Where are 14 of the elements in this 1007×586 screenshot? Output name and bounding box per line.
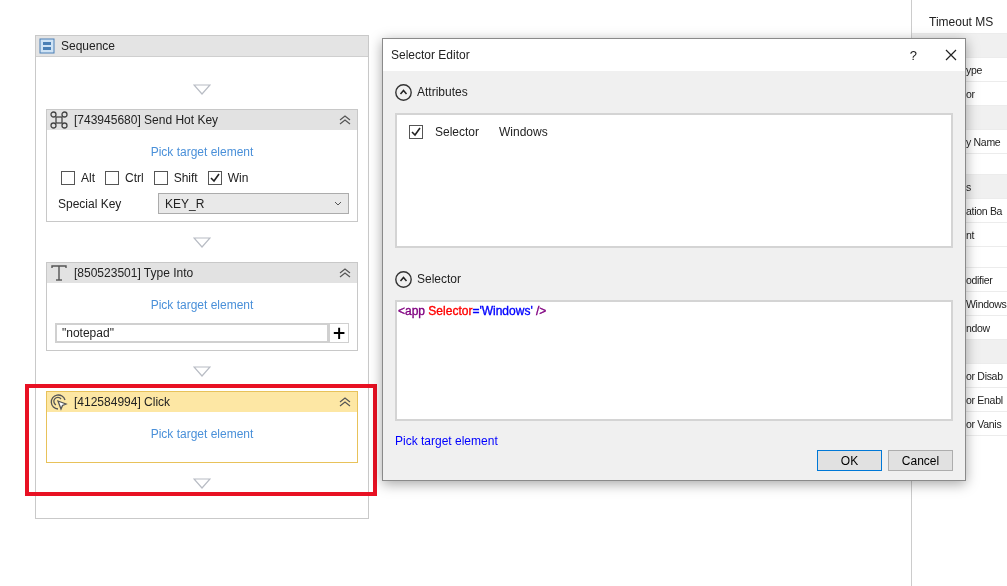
attribute-name: Selector	[435, 125, 480, 139]
section-title: Selector	[417, 272, 462, 286]
dialog-title: Selector Editor	[391, 48, 471, 62]
activity-title: [412584994] Click	[74, 395, 172, 409]
section-title: Attributes	[417, 85, 468, 99]
field-label: Special Key	[57, 196, 123, 211]
checkbox-label: Alt	[81, 171, 95, 185]
attribute-value: Windows	[499, 125, 548, 139]
activity-title: [850523501] Type Into	[74, 266, 195, 280]
checkbox-label: Ctrl	[125, 171, 144, 185]
checkbox-label: Shift	[173, 171, 198, 185]
checkbox-label: Win	[227, 171, 249, 185]
activity-title: [743945680] Send Hot Key	[74, 113, 220, 127]
sequence-title: Sequence	[61, 39, 116, 53]
